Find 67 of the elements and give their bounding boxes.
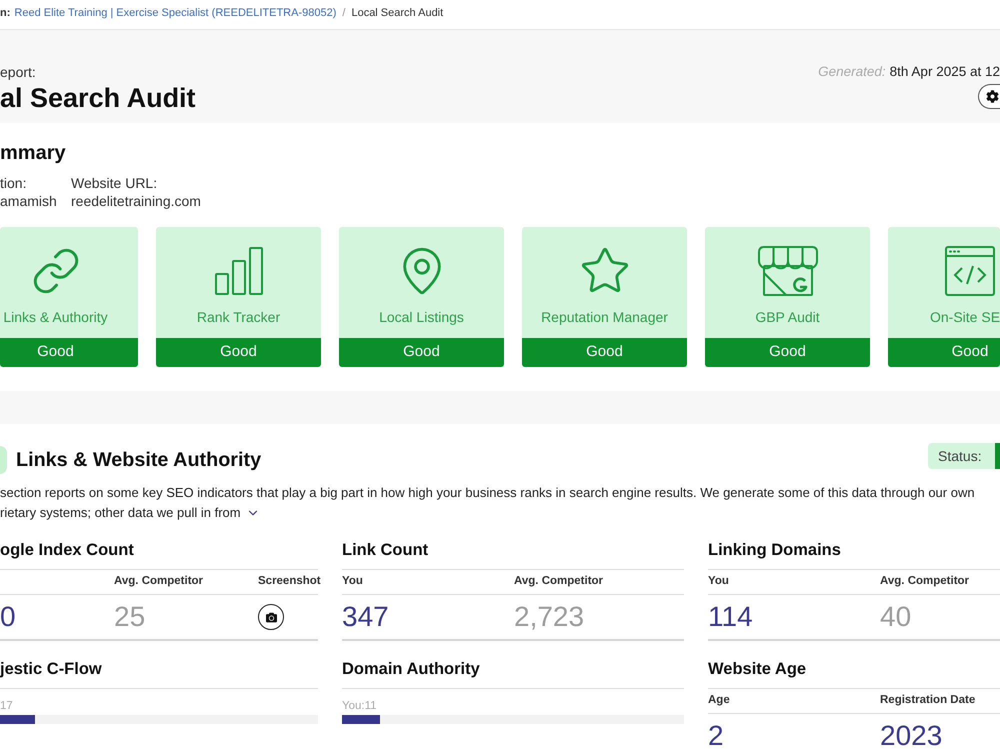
summary-card[interactable]: Reputation Manager Good bbox=[522, 227, 687, 367]
field-value: reedelitetraining.com bbox=[71, 192, 201, 210]
metric-value: 25 bbox=[114, 601, 146, 633]
summary-card[interactable]: Rank Tracker Good bbox=[156, 227, 321, 367]
card-status: Good bbox=[156, 338, 321, 367]
bar-reading: 17 bbox=[0, 699, 14, 713]
metric-title: jestic C-Flow bbox=[0, 659, 103, 680]
column-header: Age bbox=[708, 693, 731, 708]
metric-title: ogle Index Count bbox=[0, 540, 135, 561]
summary-title: mmary bbox=[0, 141, 67, 166]
summary-card[interactable]: GBP Audit Good bbox=[705, 227, 870, 367]
card-status: Good bbox=[339, 338, 504, 367]
bar-reading: You:11 bbox=[342, 699, 378, 713]
description-line: rietary systems; other data we pull in from bbox=[0, 504, 241, 522]
metric-title: Link Count bbox=[342, 540, 430, 561]
card-label: Local Listings bbox=[379, 308, 464, 327]
metric-value: 2,723 bbox=[514, 601, 586, 633]
card-label: Links & Authority bbox=[3, 308, 108, 327]
field-value: amamish bbox=[0, 192, 58, 210]
status-value-indicator bbox=[995, 443, 1000, 469]
status-label: Status: bbox=[928, 443, 995, 469]
column-header: Avg. Competitor bbox=[114, 574, 204, 590]
breadcrumb-current: Local Search Audit bbox=[351, 6, 444, 21]
column-header: Screenshot bbox=[258, 574, 321, 590]
screenshot-button[interactable] bbox=[258, 604, 284, 630]
summary-card[interactable]: On-Site SE Good bbox=[888, 227, 1000, 367]
card-status: Good bbox=[888, 338, 1000, 367]
card-status: Good bbox=[0, 338, 138, 367]
column-header: You bbox=[708, 574, 730, 590]
bar-chart-icon bbox=[214, 246, 264, 296]
settings-button[interactable] bbox=[978, 84, 1000, 109]
generated-date: 8th Apr 2025 at 12 bbox=[890, 63, 1000, 81]
column-header: Avg. Competitor bbox=[514, 574, 604, 590]
summary-card[interactable]: Local Listings Good bbox=[339, 227, 504, 367]
metric-value: 2023 bbox=[880, 720, 944, 749]
metric-title: Domain Authority bbox=[342, 659, 481, 680]
card-label: GBP Audit bbox=[755, 308, 820, 327]
code-window-icon bbox=[945, 246, 995, 296]
section-title: Links & Website Authority bbox=[16, 448, 262, 473]
breadcrumb-label: n: bbox=[0, 6, 10, 21]
card-label: Reputation Manager bbox=[541, 308, 668, 327]
breadcrumb-separator: / bbox=[342, 6, 346, 21]
column-header: Registration Date bbox=[880, 693, 976, 708]
column-header: Avg. Competitor bbox=[880, 574, 970, 590]
metric-value: 2 bbox=[708, 720, 725, 749]
summary-card[interactable]: Links & Authority Good bbox=[0, 227, 138, 367]
description-line: section reports on some key SEO indicators that play a big part in how high your business ranks in search engine results. We generate some of this data through our own bbox=[0, 484, 975, 502]
card-status: Good bbox=[705, 338, 870, 367]
column-header: You bbox=[342, 574, 364, 590]
metric-title: Linking Domains bbox=[708, 540, 842, 561]
metric-value: 40 bbox=[880, 601, 912, 633]
card-label: Rank Tracker bbox=[196, 308, 280, 327]
metric-title: Website Age bbox=[708, 659, 808, 680]
metric-value: 0 bbox=[0, 601, 17, 633]
card-status: Good bbox=[522, 338, 687, 367]
camera-icon bbox=[266, 612, 276, 622]
report-label: eport: bbox=[0, 63, 37, 82]
settings-icon bbox=[986, 90, 999, 103]
generated-label: Generated: bbox=[818, 63, 886, 81]
metric-value: 347 bbox=[342, 601, 390, 633]
metric-value: 114 bbox=[708, 601, 754, 633]
field-label: Website URL: bbox=[71, 174, 158, 192]
storefront-icon bbox=[756, 245, 818, 297]
card-label: On-Site SE bbox=[930, 308, 1000, 327]
report-title: al Search Audit bbox=[0, 82, 196, 114]
breadcrumb-link[interactable]: Reed Elite Training | Exercise Specialist (REEDELITETRA-98052) bbox=[14, 4, 336, 22]
field-label: tion: bbox=[0, 174, 28, 192]
